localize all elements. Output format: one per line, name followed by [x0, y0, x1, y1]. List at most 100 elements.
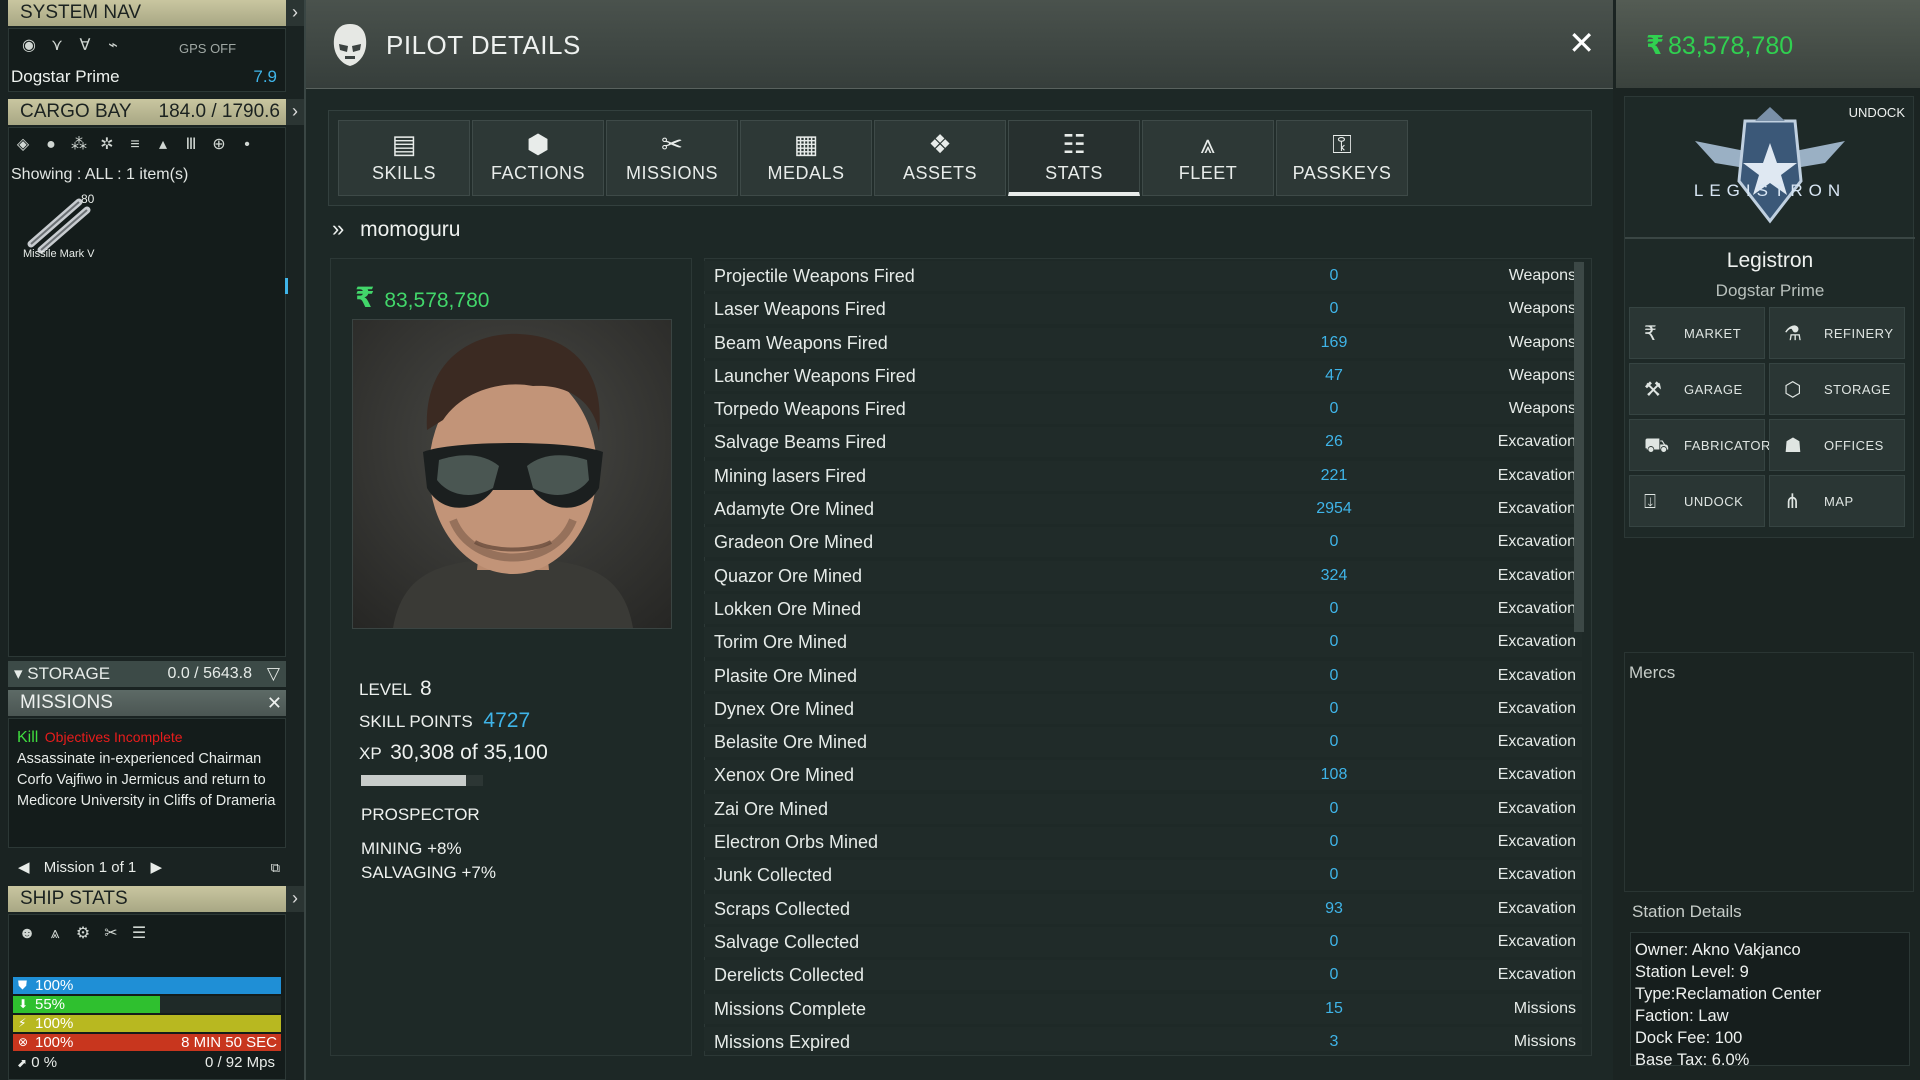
filter-ore-icon[interactable]: ● — [37, 136, 65, 154]
station-details-label: Station Details — [1632, 902, 1742, 921]
stat-name: Launcher Weapons Fired — [714, 365, 916, 386]
cargo-expand-icon[interactable]: › — [286, 99, 304, 125]
stat-name: Missions Complete — [714, 998, 867, 1019]
mission-popout-icon[interactable]: ⧉ — [271, 856, 280, 880]
stat-value: 0 — [1329, 666, 1339, 684]
cargo-item-missile[interactable]: 80 Missile Mark V — [21, 192, 97, 272]
skills-icon: ▤ — [391, 129, 417, 159]
station-system: Dogstar Prime — [1715, 281, 1825, 300]
route-icon[interactable]: ⋎ — [43, 35, 71, 55]
cargo-item-count: 80 — [81, 192, 95, 206]
tab-skills[interactable]: ▤ SKILLS — [338, 120, 470, 196]
stats-table[interactable]: Projectile Weapons Fired 0 Weapons Laser We… — [704, 261, 1582, 1051]
filter-misc-icon[interactable]: • — [233, 136, 261, 154]
filter-stack-icon[interactable]: ≡ — [121, 136, 149, 154]
stat-name: Dynex Ore Mined — [714, 698, 855, 719]
offices-icon: ☗ — [1784, 435, 1802, 457]
undock-corner-label[interactable]: UNDOCK — [1849, 105, 1905, 120]
tab-assets[interactable]: ❖ ASSETS — [874, 120, 1006, 196]
stat-name: Torpedo Weapons Fired — [714, 399, 906, 420]
stat-name: Xenox Ore Mined — [714, 765, 855, 786]
tab-passkeys[interactable]: ⚿ PASSKEYS — [1276, 120, 1408, 196]
stat-row: Projectile Weapons Fired 0 Weapons — [704, 261, 1582, 291]
missions-title: MISSIONS — [20, 692, 113, 713]
ship-stats-title: SHIP STATS — [20, 888, 128, 909]
stat-value: 0 — [1329, 699, 1339, 717]
map-button[interactable]: ⋔ MAP — [1769, 475, 1905, 527]
tab-factions[interactable]: ⬢ FACTIONS — [472, 120, 604, 196]
cargo-bay-header[interactable]: CARGO BAY 184.0 / 1790.6 — [8, 99, 286, 125]
ship-icon[interactable]: ⩓ — [41, 925, 69, 943]
stat-name: Laser Weapons Fired — [714, 299, 886, 320]
gps-status[interactable]: GPS OFF — [179, 41, 236, 56]
refinery-button[interactable]: ⚗ REFINERY — [1769, 307, 1905, 359]
xp-label: XP — [359, 744, 382, 763]
garage-icon: ⚒ — [1644, 379, 1662, 401]
energy-icon: ⚡ — [18, 1016, 27, 1030]
storage-filter-icon[interactable]: ▽ — [267, 661, 280, 687]
close-icon[interactable]: ✕ — [1568, 24, 1595, 62]
cargo-scrollbar[interactable] — [285, 278, 288, 294]
storage-header[interactable]: ▾ STORAGE 0.0 / 5643.8 ▽ — [8, 661, 286, 687]
legistron-logo — [1695, 107, 1845, 224]
filter-ammo-icon[interactable]: Ⅲ — [177, 134, 205, 154]
offices-button[interactable]: ☗ OFFICES — [1769, 419, 1905, 471]
stat-category: Excavation — [1497, 500, 1576, 518]
stats-scrollbar[interactable] — [1574, 262, 1584, 632]
stat-name: Scraps Collected — [714, 898, 851, 919]
stat-row: Lokken Ore Mined 0 Excavation — [704, 593, 1582, 624]
storage-button[interactable]: ⬡ STORAGE — [1769, 363, 1905, 415]
tab-medals[interactable]: ▦ MEDALS — [740, 120, 872, 196]
pilot-icon[interactable]: ☻ — [13, 925, 41, 943]
filter-module-icon[interactable]: ⊕ — [205, 134, 233, 154]
undock-icon: ⍗ — [1644, 491, 1656, 513]
ship-stats-expand-icon[interactable]: › — [286, 886, 304, 912]
storage-capacity: 0.0 / 5643.8 — [167, 665, 252, 682]
system-nav-expand-icon[interactable]: › — [286, 0, 304, 26]
stat-row: Laser Weapons Fired 0 Weapons — [704, 294, 1582, 325]
pilot-window-header: PILOT DETAILS ✕ — [306, 0, 1613, 89]
fabricator-button[interactable]: ⛟ FABRICATOR — [1629, 419, 1770, 471]
missions-header[interactable]: MISSIONS ✕ — [8, 690, 286, 716]
filter-all-icon[interactable]: ◈ — [9, 134, 37, 154]
system-nav-header[interactable]: SYSTEM NAV — [8, 0, 286, 26]
pilot-skill-points-row: SKILL POINTS 4727 — [359, 709, 530, 733]
filter-missile-icon[interactable]: ▴ — [149, 134, 177, 154]
mercs-panel: Mercs — [1624, 652, 1914, 892]
filter-gear-icon[interactable]: ✲ — [93, 134, 121, 154]
mission-prev-icon[interactable]: ◀ — [8, 859, 40, 876]
pilot-xp-row: XP 30,308 of 35,100 — [359, 741, 548, 765]
stat-row: Plasite Ore Mined 0 Excavation — [704, 660, 1582, 691]
module-icon[interactable]: ⚙ — [69, 923, 97, 943]
stat-value: 169 — [1320, 333, 1348, 351]
filter-drone-icon[interactable]: ⁂ — [65, 134, 93, 154]
xp-value: 30,308 of 35,100 — [390, 741, 548, 764]
stat-name: Projectile Weapons Fired — [714, 266, 915, 286]
ship-stats-header[interactable]: SHIP STATS — [8, 886, 286, 912]
tools-icon[interactable]: ✂ — [97, 923, 125, 943]
shield-bar: ⛊ 100% — [13, 977, 281, 994]
missions-close-icon[interactable]: ✕ — [267, 690, 282, 716]
mission-card[interactable]: Kill Objectives Incomplete Assassinate i… — [8, 718, 286, 848]
target-icon[interactable]: ◉ — [15, 35, 43, 55]
tab-missions[interactable]: ✂ MISSIONS — [606, 120, 738, 196]
stat-name: Lokken Ore Mined — [714, 598, 862, 619]
stat-name: Derelicts Collected — [714, 965, 865, 986]
tab-fleet[interactable]: ⩓ FLEET — [1142, 120, 1274, 196]
jump-icon[interactable]: ⌁ — [99, 35, 127, 55]
stat-value: 108 — [1320, 766, 1348, 784]
cargo-item-name: Missile Mark V — [23, 248, 95, 260]
list-icon[interactable]: ☰ — [125, 923, 153, 943]
pilot-name-row: » momoguru — [332, 216, 460, 242]
undock-button[interactable]: ⍗ UNDOCK — [1629, 475, 1765, 527]
garage-button[interactable]: ⚒ GARAGE — [1629, 363, 1765, 415]
skill-points-value: 4727 — [483, 709, 531, 732]
cooldown-bar: ⊗ 100% 8 MIN 50 SEC — [13, 1034, 281, 1051]
stat-row: Dynex Ore Mined 0 Excavation — [704, 693, 1582, 724]
refinery-icon: ⚗ — [1784, 323, 1802, 345]
tab-stats[interactable]: ☷ STATS — [1008, 120, 1140, 196]
waypoint-icon[interactable]: ∀ — [71, 35, 99, 55]
stat-value: 15 — [1325, 999, 1343, 1017]
market-button[interactable]: ₹ MARKET — [1629, 307, 1765, 359]
mission-next-icon[interactable]: ▶ — [140, 859, 172, 876]
